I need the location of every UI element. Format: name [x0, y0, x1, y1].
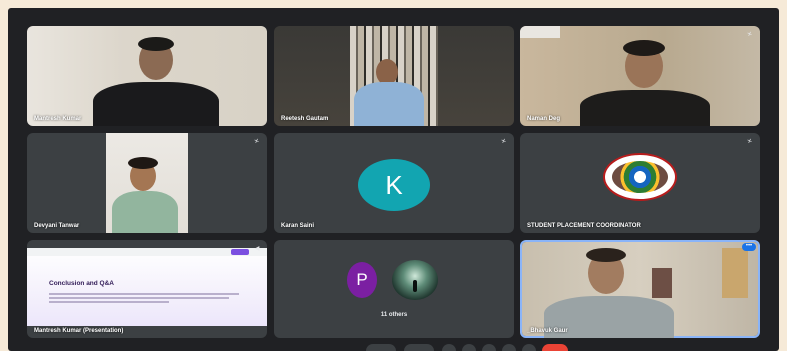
slide-text-line: [49, 293, 239, 295]
avatar-image: [392, 260, 438, 300]
present-button[interactable]: [482, 344, 496, 351]
avatar: K: [358, 159, 430, 211]
presentation-tile[interactable]: Conclusion and Q&A ◀ Mantresh Kumar (Pre…: [27, 240, 267, 338]
captions-button[interactable]: [442, 344, 456, 351]
participant-body: [580, 90, 710, 126]
mic-off-icon: ✕: [746, 31, 754, 39]
camera-button[interactable]: [404, 344, 434, 351]
raise-hand-button[interactable]: [502, 344, 516, 351]
others-count: 11 others: [380, 312, 408, 318]
participant-video: [106, 133, 188, 233]
poster-background: [652, 268, 672, 298]
participant-name: Devyani Tanwar: [34, 223, 80, 229]
end-call-button[interactable]: [542, 344, 568, 351]
participant-name: Naman Deg: [527, 116, 561, 122]
participant-name: Karan Saini: [281, 223, 315, 229]
meeting-grid: Mantresh Kumar Reetesh Gautam ✕ Naman De…: [8, 8, 779, 351]
participant-video: [522, 242, 758, 338]
participant-tile[interactable]: ✕ Devyani Tanwar: [27, 133, 267, 233]
college-logo: [603, 153, 677, 201]
mic-button[interactable]: [366, 344, 396, 351]
avatar: P: [347, 262, 377, 298]
silhouette: [413, 280, 417, 292]
participant-tile[interactable]: ••• _Bhavuk Gaur: [520, 240, 760, 338]
participant-body: [112, 191, 178, 233]
participant-name: Reetesh Gautam: [281, 116, 329, 122]
participant-tile[interactable]: K ✕ Karan Saini: [274, 133, 514, 233]
slide-title: Conclusion and Q&A: [49, 280, 114, 287]
participant-hair: [138, 37, 174, 51]
others-tile[interactable]: P 11 others: [274, 240, 514, 338]
participant-hair: [586, 248, 626, 262]
mic-off-icon: ✕: [746, 138, 754, 146]
share-button: [231, 249, 249, 255]
speaker-icon: ◀: [254, 246, 260, 252]
participant-tile[interactable]: Mantresh Kumar: [27, 26, 267, 126]
participant-tile[interactable]: ✕ STUDENT PLACEMENT COORDINATOR: [520, 133, 760, 233]
participant-hair: [623, 40, 665, 56]
participant-tile[interactable]: ✕ Naman Deg: [520, 26, 760, 126]
wall-background: [722, 248, 748, 298]
reactions-button[interactable]: [462, 344, 476, 351]
participant-hair: [128, 157, 158, 169]
more-options-icon[interactable]: •••: [742, 243, 756, 251]
mic-off-icon: ✕: [500, 138, 508, 146]
participant-name: Mantresh Kumar: [34, 116, 82, 122]
more-button[interactable]: [522, 344, 536, 351]
participant-body: [354, 82, 424, 126]
participant-tile[interactable]: Reetesh Gautam: [274, 26, 514, 126]
mic-off-icon: ✕: [253, 138, 261, 146]
participant-name: Mantresh Kumar (Presentation): [34, 328, 124, 334]
participant-body: [93, 82, 219, 126]
slide-text-line: [49, 301, 169, 303]
participant-name: _Bhavuk Gaur: [527, 328, 568, 334]
slide-text-line: [49, 297, 229, 299]
presentation-slide: Conclusion and Q&A: [27, 248, 267, 326]
participant-name: STUDENT PLACEMENT COORDINATOR: [527, 223, 641, 229]
logo-emblem: [612, 161, 668, 193]
window-background: [520, 26, 560, 38]
